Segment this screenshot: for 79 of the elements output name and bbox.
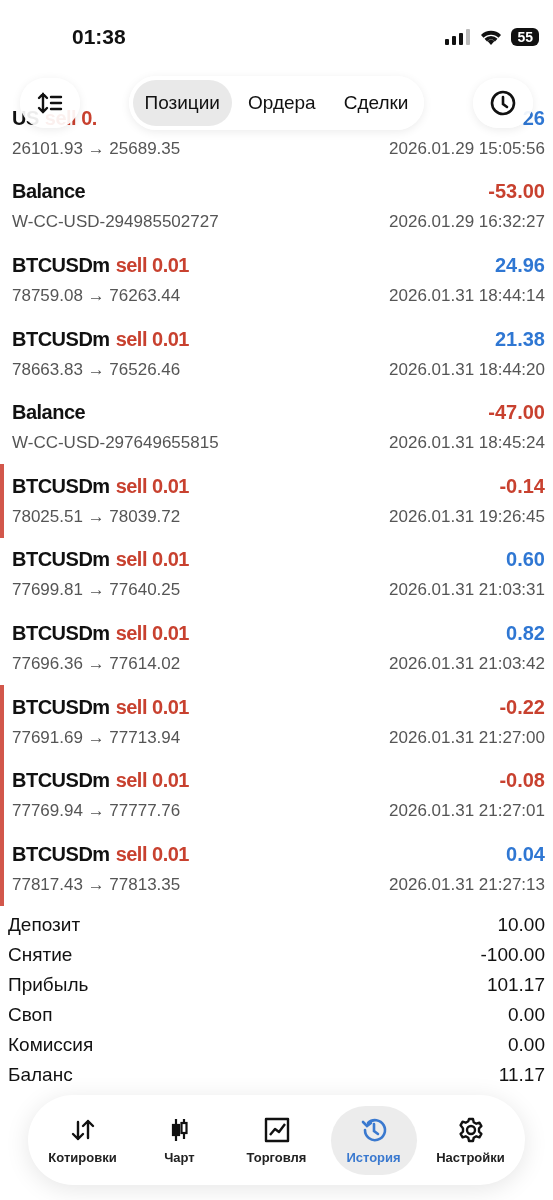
- order-label: sell 0.01: [115, 327, 189, 350]
- nav-tab[interactable]: История: [330, 1105, 417, 1175]
- summary-value: -100.00: [480, 943, 545, 966]
- summary-value: 101.17: [486, 973, 545, 996]
- summary-label: Снятие: [8, 943, 73, 966]
- price-range: 77769.94 → 77777.76: [12, 801, 181, 822]
- symbol-label: BTCUSDm: [12, 769, 110, 792]
- order-label: sell 0.01: [115, 548, 189, 571]
- wifi-icon: [479, 28, 504, 46]
- profit-value: -0.14: [499, 474, 545, 498]
- segment-tab[interactable]: Сделки: [331, 80, 421, 126]
- nav-tab[interactable]: Торговля: [233, 1105, 320, 1175]
- price-range: 26101.93 → 25689.35: [12, 138, 181, 159]
- deal-time: 2026.01.29 15:05:56: [389, 138, 545, 159]
- symbol-label: BTCUSDm: [12, 327, 110, 350]
- segment-tab[interactable]: Ордера: [236, 80, 328, 126]
- summary-label: Баланс: [8, 1063, 73, 1086]
- symbol-label: BTCUSDm: [12, 254, 110, 276]
- order-label: sell 0.01: [115, 621, 189, 644]
- order-label: sell 0.01: [115, 842, 189, 865]
- summary-value: 0.00: [508, 1033, 545, 1056]
- price-range: 78759.08 → 76263.44: [12, 286, 181, 306]
- settings-icon: [456, 1115, 485, 1144]
- signal-icon: [445, 29, 472, 45]
- profit-value: -53.00: [488, 180, 545, 204]
- status-time: 01:38: [72, 25, 126, 49]
- profit-value: -47.00: [488, 401, 545, 425]
- nav-tab[interactable]: Настройки: [427, 1105, 514, 1175]
- nav-tab[interactable]: Котировки: [39, 1105, 126, 1175]
- battery-level: 55: [511, 28, 539, 46]
- line-chart-icon: [262, 1115, 291, 1144]
- deal-time: 2026.01.31 18:45:24: [389, 433, 545, 454]
- price-range: W-CC-USD-297649655815: [12, 433, 219, 454]
- summary-label: Прибыль: [8, 973, 89, 996]
- deal-time: 2026.01.31 21:03:42: [389, 653, 545, 674]
- summary-value: 0.00: [508, 1003, 545, 1026]
- deal-time: 2026.01.31 19:26:45: [389, 506, 545, 527]
- symbol-label: Balance: [12, 180, 86, 203]
- symbol-label: BTCUSDm: [12, 474, 110, 497]
- profit-value: 0.82: [506, 621, 545, 645]
- order-label: sell 0.01: [115, 695, 189, 718]
- price-range: 77817.43 → 77813.35: [12, 874, 181, 895]
- deal-time: 2026.01.31 18:44:20: [389, 359, 545, 380]
- nav-tab[interactable]: Чарт: [136, 1105, 223, 1175]
- price-range: 78663.83 → 76526.46: [12, 359, 181, 380]
- deal-time: 2026.01.29 16:32:27: [389, 212, 545, 233]
- summary-value: 10.00: [497, 913, 545, 936]
- symbol-label: BTCUSDm: [12, 548, 110, 571]
- summary-value: 11.17: [498, 1063, 545, 1086]
- symbol-label: BTCUSDm: [12, 842, 110, 865]
- symbol-label: Balance: [12, 401, 86, 424]
- symbol-label: BTCUSDm: [12, 621, 110, 644]
- symbol-label: BTCUSDm: [12, 695, 110, 718]
- price-range: W-CC-USD-294985502727: [12, 212, 219, 233]
- price-range: 78025.51 → 78039.72: [12, 506, 181, 527]
- profit-value: 0.60: [506, 548, 545, 572]
- deal-time: 2026.01.31 18:44:14: [389, 286, 545, 306]
- deal-time: 2026.01.31 21:27:00: [389, 727, 545, 748]
- profit-value: -0.08: [499, 769, 545, 793]
- order-label: sell 0.01: [115, 254, 189, 276]
- profit-value: 0.04: [506, 842, 545, 866]
- symbol-label: US: [12, 106, 39, 129]
- price-range: 77699.81 → 77640.25: [12, 580, 181, 601]
- profit-value: 26: [522, 106, 545, 130]
- summary-label: Депозит: [8, 913, 81, 936]
- price-range: 77691.69 → 77713.94: [12, 727, 181, 748]
- deal-time: 2026.01.31 21:27:01: [389, 801, 545, 822]
- deal-time: 2026.01.31 21:27:13: [389, 874, 545, 895]
- order-label: sell 0.01: [115, 474, 189, 497]
- summary-label: Своп: [8, 1003, 53, 1026]
- deal-time: 2026.01.31 21:03:31: [389, 580, 545, 601]
- price-range: 77696.36 → 77614.02: [12, 653, 181, 674]
- segment-tab[interactable]: Позиции: [132, 80, 232, 126]
- profit-value: 21.38: [494, 327, 545, 351]
- clock-icon: [489, 89, 517, 117]
- profit-value: 24.96: [494, 254, 545, 277]
- order-label: sell 0.01: [115, 769, 189, 792]
- summary-label: Комиссия: [8, 1033, 94, 1056]
- profit-value: -0.22: [499, 695, 545, 719]
